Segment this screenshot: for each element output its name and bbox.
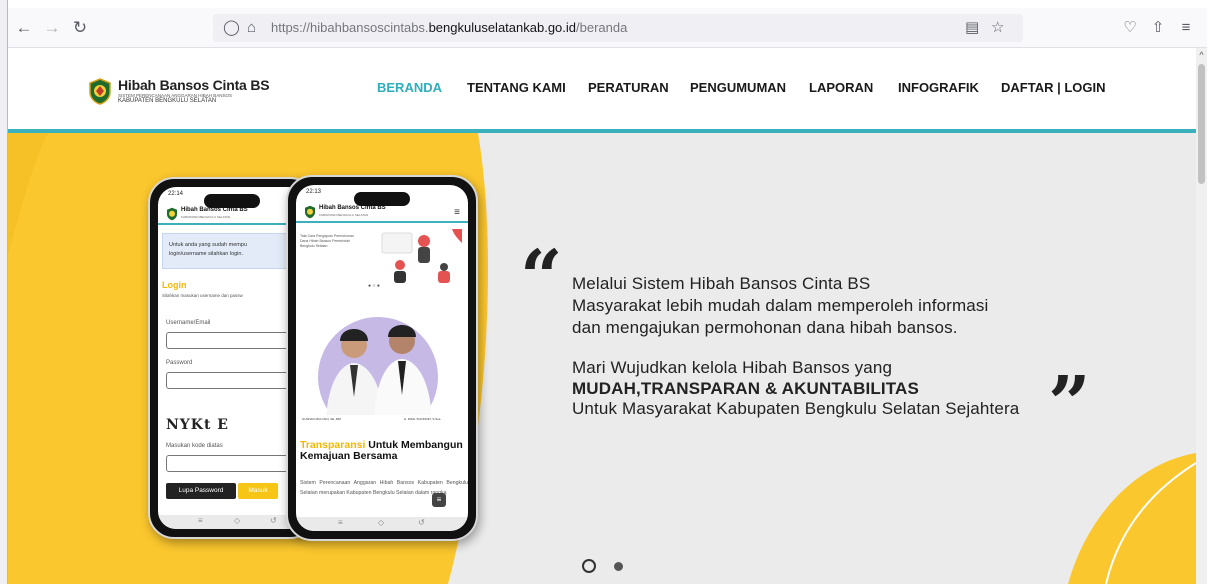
forward-arrow-icon[interactable]: → — [40, 16, 64, 40]
phone-banner-text: Tata Cara Pengajuan Permohonan Dana Hiba… — [300, 234, 354, 248]
phone-subtitle: KABUPATEN BENGKULU SELATAN — [181, 215, 231, 219]
captcha-image: NYKt E — [166, 417, 229, 433]
carousel-dot-2[interactable] — [614, 562, 623, 571]
phone-carousel-dots: ● ○ ● — [368, 283, 380, 289]
phone-status-time: 22:13 — [306, 189, 322, 195]
nav-beranda[interactable]: BERANDA — [377, 80, 442, 95]
phone-back-icon: ↺ — [270, 516, 277, 525]
alert-line-1: Untuk anda yang sudah mempu — [169, 242, 247, 248]
login-submit-button[interactable]: Masuk — [238, 483, 278, 499]
nav-infografik[interactable]: INFOGRAFIK — [898, 80, 979, 95]
scroll-up-icon[interactable]: ^ — [1196, 48, 1207, 62]
phone-home-icon: ◇ — [234, 516, 241, 525]
shield-icon[interactable]: ◯ — [223, 17, 240, 39]
pocket-icon[interactable]: ♡ — [1118, 16, 1142, 40]
url-prefix: https://hibahbansoscintabs. — [271, 20, 429, 35]
regency-emblem-icon — [305, 205, 315, 219]
nav-tentang-kami[interactable]: TENTANG KAMI — [467, 80, 566, 95]
phone-header: Hibah Bansos Cinta BS KABUPATEN BENGKULU… — [158, 203, 306, 225]
url-path: /beranda — [576, 20, 628, 35]
open-quote-icon: “ — [520, 235, 563, 321]
address-bar[interactable]: ◯ ⌂ https://hibahbansoscintabs.bengkulus… — [213, 14, 1023, 42]
url-text[interactable]: https://hibahbansoscintabs.bengkuluselat… — [271, 20, 627, 35]
site-logo-region: KABUPATEN BENGKULU SELATAN — [118, 98, 217, 104]
lock-icon[interactable]: ⌂ — [247, 17, 256, 39]
bookmark-star-icon[interactable]: ☆ — [991, 17, 1004, 39]
captcha-label: Masukan kode diatas — [166, 443, 223, 449]
photo-caption-right: H. RIFAI TAJUDDIN, S.Sos. — [404, 417, 442, 421]
site-header: Hibah Bansos Cinta BS SISTEM PERENCANAAN… — [8, 48, 1196, 129]
back-arrow-icon[interactable]: ← — [12, 16, 36, 40]
photo-caption-left: GUSNAN MULYADI, SE.,MM — [302, 417, 341, 421]
phone-home-icon: ◇ — [378, 518, 385, 527]
phone-title: Hibah Bansos Cinta BS — [181, 207, 248, 213]
username-field[interactable] — [166, 332, 306, 349]
phone-status-time: 22:14 — [168, 191, 184, 197]
quote-line-3: dan mengajukan permohonan dana hibah ban… — [572, 318, 958, 337]
phone-hamburger-icon: ≡ — [454, 207, 460, 218]
officials-photo — [296, 317, 466, 427]
reader-view-icon[interactable]: ▤ — [965, 17, 979, 39]
phone-floating-menu-icon: ≡ — [432, 493, 446, 507]
hero-carousel: 22:14 Hibah Bansos Cinta BS KABUPATEN BE… — [8, 133, 1196, 584]
regency-emblem-icon — [167, 207, 177, 221]
phone-headline: Transparansi Untuk Membangun Kemajuan Be… — [300, 440, 468, 462]
password-label: Password — [166, 360, 193, 366]
phone-back-icon: ↺ — [418, 518, 425, 527]
phone-menu-icon: ≡ — [198, 516, 203, 525]
page-scrollbar[interactable]: ^ — [1196, 48, 1207, 584]
menu-icon[interactable]: ≡ — [1174, 16, 1198, 40]
reload-icon[interactable]: ↻ — [68, 16, 92, 40]
phone-nav-bar: ≡ ◇ ↺ — [296, 517, 468, 531]
share-icon[interactable]: ⇧ — [1146, 16, 1170, 40]
nav-pengumuman[interactable]: PENGUMUMAN — [690, 80, 786, 95]
carousel-dot-1[interactable] — [582, 559, 596, 573]
people-illustration-icon — [381, 229, 462, 283]
alert-line-2: login/username silahkan login. — [169, 251, 243, 257]
phone-screen: 22:13 Hibah Bansos Cinta BS KABUPATEN BE… — [296, 185, 468, 531]
login-heading: Login — [162, 280, 187, 290]
captcha-field[interactable] — [166, 455, 306, 472]
quote-line-4: Mari Wujudkan kelola Hibah Bansos yang — [572, 358, 893, 377]
phone-nav-bar: ≡ ◇ ↺ — [158, 515, 306, 529]
scrollbar-thumb[interactable] — [1198, 64, 1205, 184]
login-info-alert: Untuk anda yang sudah mempu login/userna… — [162, 233, 306, 269]
nav-laporan[interactable]: LAPORAN — [809, 80, 873, 95]
close-quote-icon: ” — [1048, 361, 1091, 447]
phone-header: Hibah Bansos Cinta BS KABUPATEN BENGKULU… — [296, 201, 468, 223]
login-hint: Silahkan masukan username dan passw — [162, 293, 243, 298]
forgot-password-button[interactable]: Lupa Password — [166, 483, 236, 499]
quote-line-5: MUDAH,TRANSPARAN & AKUNTABILITAS — [572, 379, 919, 398]
quote-line-1: Melalui Sistem Hibah Bansos Cinta BS — [572, 274, 871, 293]
nav-daftar-login[interactable]: DAFTAR | LOGIN — [1001, 80, 1106, 95]
window-frame — [0, 0, 8, 584]
phone-mockup-home: 22:13 Hibah Bansos Cinta BS KABUPATEN BE… — [286, 175, 478, 541]
phone-subtitle: KABUPATEN BENGKULU SELATAN — [319, 213, 369, 217]
quote-line-6: Untuk Masyarakat Kabupaten Bengkulu Sela… — [572, 399, 1020, 418]
url-domain: bengkuluselatankab.go.id — [428, 20, 577, 35]
regency-emblem-icon[interactable] — [88, 78, 112, 105]
phone-title: Hibah Bansos Cinta BS — [319, 205, 386, 211]
password-field[interactable] — [166, 372, 306, 389]
phone-screen: 22:14 Hibah Bansos Cinta BS KABUPATEN BE… — [158, 187, 306, 529]
phone-menu-icon: ≡ — [338, 518, 343, 527]
username-label: Username/Email — [166, 320, 211, 326]
site-logo-title[interactable]: Hibah Bansos Cinta BS — [118, 77, 270, 93]
browser-toolbar: ← → ↻ ◯ ⌂ https://hibahbansoscintabs.ben… — [8, 8, 1207, 48]
quote-line-2: Masyarakat lebih mudah dalam memperoleh … — [572, 296, 989, 315]
nav-peraturan[interactable]: PERATURAN — [588, 80, 669, 95]
